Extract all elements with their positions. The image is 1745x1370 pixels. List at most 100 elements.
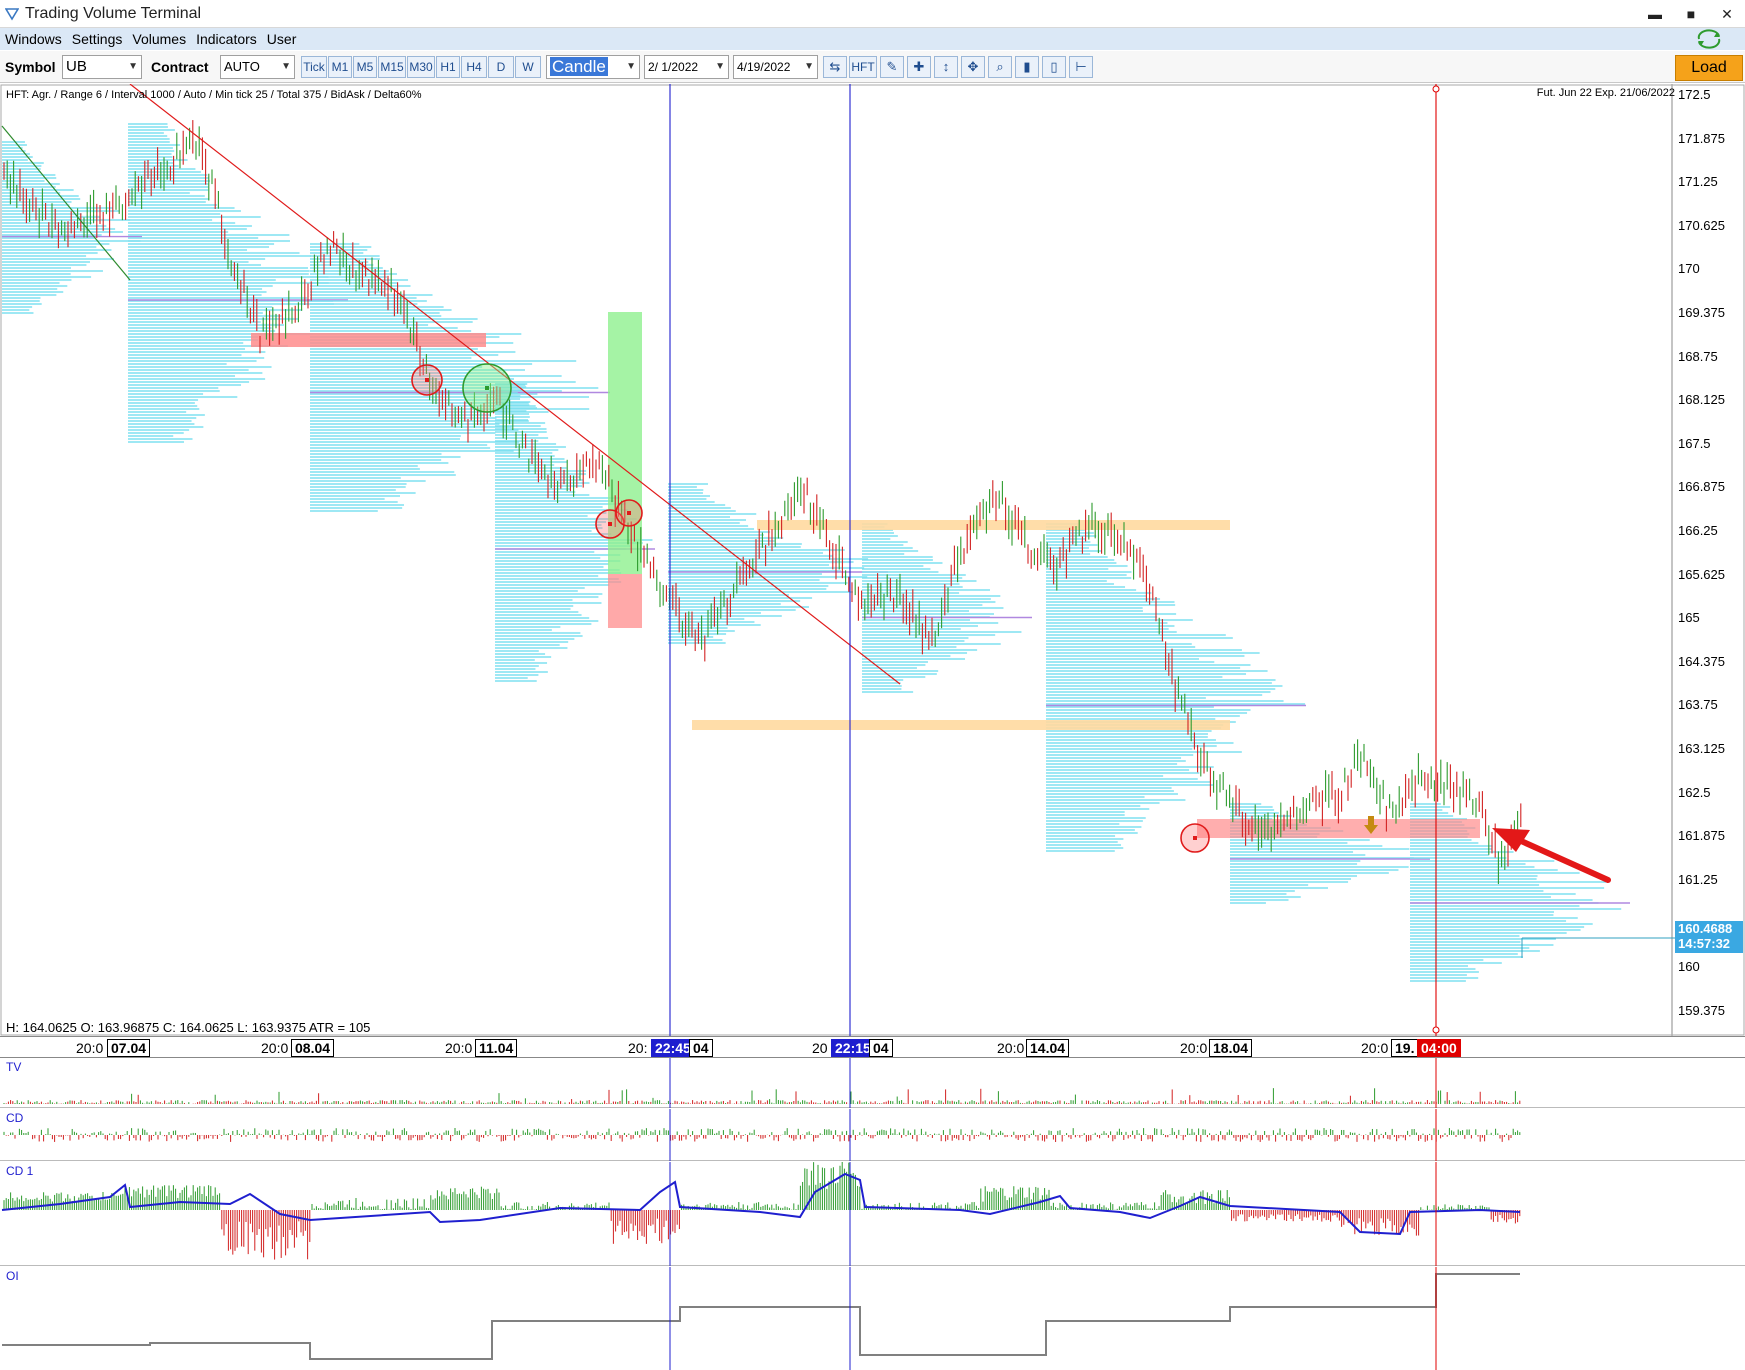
bar-tool-icon[interactable]: ▮ — [1015, 56, 1039, 78]
time-label: 20:0 — [1180, 1040, 1208, 1056]
time-date-box: 07.04 — [107, 1039, 151, 1057]
time-date-box: 11.04 — [475, 1039, 518, 1057]
time-label: 20:0 — [997, 1040, 1025, 1056]
contract-select[interactable]: AUTO ▼ — [220, 55, 295, 79]
price-tick-label: 169.375 — [1678, 305, 1725, 320]
tf-h1-button[interactable]: H1 — [436, 56, 460, 78]
time-label: 20: — [628, 1040, 648, 1056]
chevron-down-icon: ▼ — [715, 61, 725, 72]
price-tick-label: 161.25 — [1678, 871, 1718, 887]
price-tick-label: 171.25 — [1678, 174, 1718, 190]
price-tick-label: 160 — [1678, 959, 1700, 974]
menu-volumes[interactable]: Volumes — [127, 31, 191, 47]
cd1-panel[interactable]: CD 1 — [0, 1162, 1745, 1266]
signal-dot — [1193, 836, 1197, 840]
date-to-picker[interactable]: 4/19/2022 ▼ — [733, 55, 818, 79]
menu-settings[interactable]: Settings — [67, 31, 128, 47]
price-chart[interactable] — [0, 84, 1745, 1036]
price-tick-label: 163.75 — [1678, 697, 1718, 713]
price-tick-label: 161.875 — [1678, 828, 1725, 844]
signal-dot — [485, 386, 489, 390]
chart-info-text: HFT: Agr. / Range 6 / Interval 1000 / Au… — [6, 89, 422, 101]
last-price-badge: 160.4688 14:57:32 — [1675, 921, 1743, 953]
menu-user[interactable]: User — [262, 31, 302, 47]
menu-bar: Windows Settings Volumes Indicators User — [0, 28, 1745, 50]
refresh-icon[interactable] — [1693, 28, 1725, 50]
symbol-value: UB — [66, 58, 87, 75]
panel-title: CD 1 — [6, 1164, 34, 1178]
price-tick-label: 171.875 — [1678, 130, 1725, 146]
close-button[interactable]: ✕ — [1709, 0, 1745, 28]
panel-title: OI — [6, 1269, 19, 1283]
chevron-down-icon: ▼ — [804, 61, 814, 72]
chart-type-value: Candle — [550, 57, 608, 76]
date-from-value: 2/ 1/2022 — [648, 60, 699, 74]
tf-m30-button[interactable]: M30 — [407, 56, 435, 78]
cd-panel[interactable]: CD — [0, 1109, 1745, 1161]
date-from-picker[interactable]: 2/ 1/2022 ▼ — [644, 55, 729, 79]
title-bar: Trading Volume Terminal ▬ ■ ✕ — [0, 0, 1745, 28]
tf-m1-button[interactable]: M1 — [328, 56, 352, 78]
zone-red-small — [608, 574, 642, 628]
sync-icon[interactable]: ⇆ — [823, 56, 847, 78]
oi-panel[interactable]: OI — [0, 1267, 1745, 1370]
chart-type-select[interactable]: Candle ▼ — [546, 55, 640, 79]
bar-countdown: 14:57:32 — [1678, 936, 1731, 951]
contract-label: Contract — [151, 59, 209, 75]
load-button[interactable]: Load — [1675, 55, 1743, 81]
tv-histogram — [3, 1058, 1521, 1108]
hft-button[interactable]: HFT — [849, 56, 877, 78]
tf-d-button[interactable]: D — [488, 56, 514, 78]
time-date-box: 14.04 — [1026, 1039, 1070, 1057]
tf-w-button[interactable]: W — [515, 56, 541, 78]
price-tick-label: 170.625 — [1678, 217, 1725, 233]
ohlc-info-text: H: 164.0625 O: 163.96875 C: 164.0625 L: … — [6, 1020, 371, 1035]
tf-m5-button[interactable]: M5 — [353, 56, 377, 78]
cd1-line — [1, 1172, 1521, 1236]
menu-indicators[interactable]: Indicators — [191, 31, 262, 47]
maximize-button[interactable]: ■ — [1673, 0, 1709, 28]
cd-histogram — [3, 1109, 1521, 1161]
price-tick-label: 167.5 — [1678, 435, 1711, 451]
signal-dot — [425, 378, 429, 382]
range-high-zone — [757, 520, 1230, 530]
price-tick-label: 165.625 — [1678, 566, 1725, 582]
tf-tick-button[interactable]: Tick — [301, 56, 327, 78]
trend-line-short — [1, 125, 131, 281]
move-icon[interactable]: ✥ — [961, 56, 985, 78]
contract-value: AUTO — [224, 59, 260, 74]
last-price-value: 160.4688 — [1678, 921, 1733, 936]
tf-m15-button[interactable]: M15 — [378, 56, 406, 78]
chevron-down-icon: ▼ — [128, 61, 138, 72]
cursor-handle — [1432, 1026, 1440, 1034]
symbol-label: Symbol — [5, 59, 56, 75]
symbol-select[interactable]: UB ▼ — [62, 55, 142, 79]
menu-windows[interactable]: Windows — [0, 31, 67, 47]
date-to-value: 4/19/2022 — [737, 60, 791, 74]
split-bar-icon[interactable]: ▯ — [1042, 56, 1066, 78]
minimize-button[interactable]: ▬ — [1637, 0, 1673, 28]
oi-line — [2, 1273, 1520, 1360]
tv-panel[interactable]: TV — [0, 1058, 1745, 1108]
measure-icon[interactable]: ⊢ — [1069, 56, 1093, 78]
toolbar: Symbol UB ▼ Contract AUTO ▼ Tick M1 M5 M… — [0, 51, 1745, 83]
vertical-resize-icon[interactable]: ↕ — [934, 56, 958, 78]
signal-dot — [608, 522, 612, 526]
app-logo-icon — [5, 7, 19, 21]
price-tick-label: 166.875 — [1678, 479, 1725, 495]
tf-h4-button[interactable]: H4 — [461, 56, 487, 78]
time-date-box: 04 — [869, 1039, 893, 1057]
time-date-box: 04 — [689, 1039, 713, 1057]
cd1-histogram — [1, 1162, 1521, 1266]
pen-icon[interactable]: ✎ — [880, 56, 904, 78]
time-date-box: 19. — [1391, 1039, 1419, 1057]
price-tick-label: 170 — [1678, 261, 1700, 277]
crosshair-icon[interactable]: ✚ — [907, 56, 931, 78]
time-axis[interactable]: 20:0 07.04 20:0 08.04 20:0 11.04 20: 22:… — [0, 1036, 1745, 1058]
price-tick-label: 166.25 — [1678, 523, 1718, 538]
chevron-down-icon: ▼ — [626, 61, 636, 72]
zoom-icon[interactable]: ⌕ — [988, 56, 1012, 78]
chevron-down-icon: ▼ — [281, 61, 291, 72]
price-chart-area[interactable]: HFT: Agr. / Range 6 / Interval 1000 / Au… — [0, 84, 1745, 1036]
signal-dot — [627, 511, 631, 515]
